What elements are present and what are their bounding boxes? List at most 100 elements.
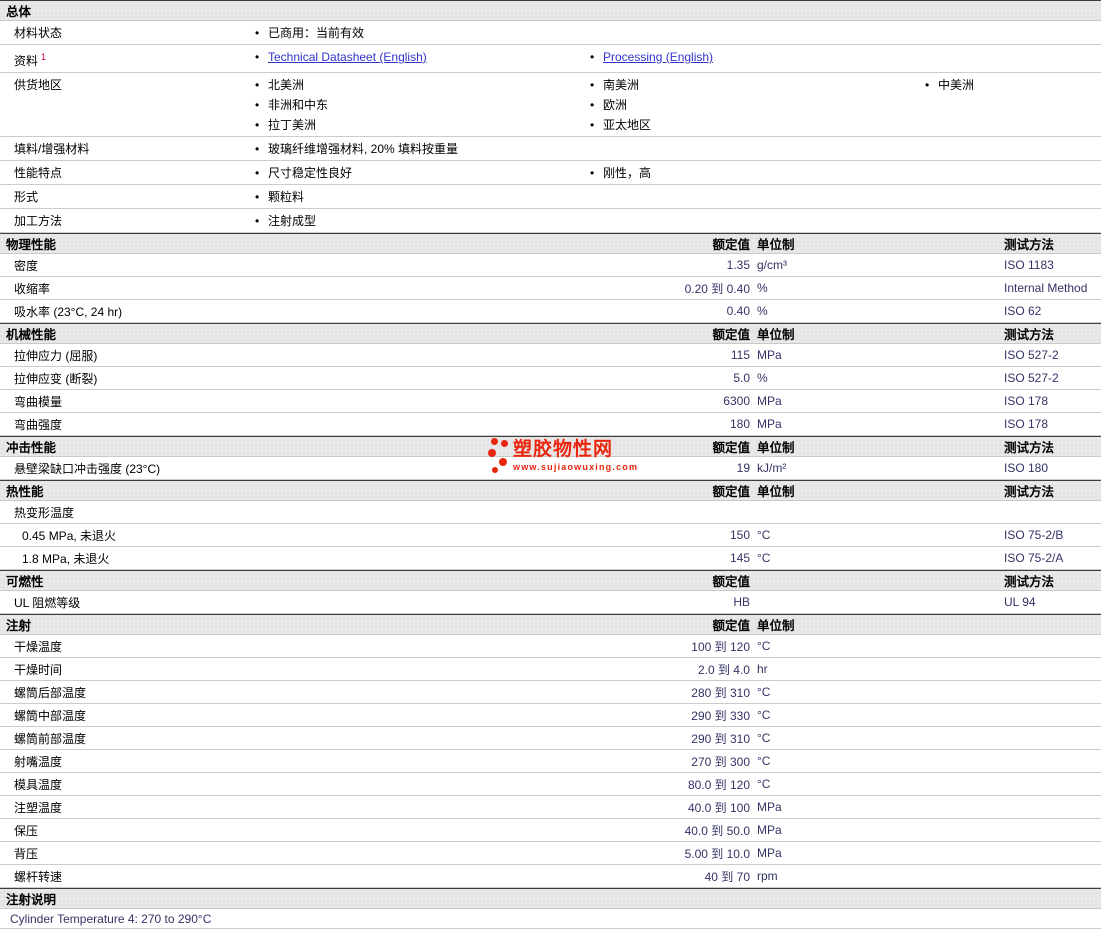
section-header: 冲击性能 额定值 单位制 测试方法 bbox=[0, 436, 1101, 457]
row-label: 射嘴温度 bbox=[14, 754, 63, 769]
row-label: 材料状态 bbox=[14, 26, 63, 40]
property-row: 吸水率 (23°C, 24 hr) 0.40% ISO 62 bbox=[0, 300, 1101, 323]
property-row: 收缩率 0.20 到 0.40% Internal Method bbox=[0, 277, 1101, 300]
bullet-column: • 尺寸稳定性良好 bbox=[241, 163, 576, 183]
property-row: 1.8 MPa, 未退火 145 °C ISO 75-2/A bbox=[0, 547, 1101, 570]
bullet-icon: • bbox=[255, 98, 260, 112]
row-label: 填料/增强材料 bbox=[14, 142, 90, 156]
unit-value: °C bbox=[757, 685, 771, 699]
row-label: 拉伸应力 (屈服) bbox=[14, 348, 98, 363]
property-row: 模具温度 80.0 到 120 °C bbox=[0, 773, 1101, 796]
test-method: ISO 178 bbox=[1004, 394, 1049, 408]
bullet-icon: • bbox=[255, 142, 260, 156]
unit-header: 单位制 bbox=[757, 441, 795, 455]
bullet-item: • 北美洲 bbox=[255, 75, 576, 95]
property-row: 螺筒后部温度 280 到 310 °C bbox=[0, 681, 1101, 704]
rated-value-header: 额定值 bbox=[712, 328, 750, 342]
row-label: 螺筒后部温度 bbox=[14, 685, 87, 700]
rated-value: 145 bbox=[729, 551, 750, 565]
row-label: 模具温度 bbox=[14, 777, 63, 792]
bullet-item: • 拉丁美洲 bbox=[255, 115, 576, 135]
row-label: 吸水率 (23°C, 24 hr) bbox=[14, 304, 123, 319]
rated-value: 40.0 到 50.0 bbox=[684, 823, 750, 838]
rated-value: 115 bbox=[730, 348, 750, 362]
property-row: 注塑温度 40.0 到 100 MPa bbox=[0, 796, 1101, 819]
row-label: 0.45 MPa, 未退火 bbox=[22, 528, 117, 543]
test-method: ISO 75-2/A bbox=[1004, 551, 1064, 565]
property-row: 干燥温度 100 到 120 °C bbox=[0, 635, 1101, 658]
unit-value: kJ/m² bbox=[757, 461, 787, 475]
property-row: 螺筒前部温度 290 到 310 °C bbox=[0, 727, 1101, 750]
unit-value: °C bbox=[757, 777, 771, 791]
unit-value: rpm bbox=[757, 869, 778, 883]
rated-value: 290 到 310 bbox=[691, 731, 750, 746]
unit-value: °C bbox=[757, 708, 771, 722]
test-method: ISO 178 bbox=[1004, 417, 1049, 431]
bullet-icon: • bbox=[255, 26, 260, 40]
row-label: 资料 1 bbox=[14, 52, 47, 68]
bullet-icon: • bbox=[255, 214, 260, 228]
unit-value: MPa bbox=[757, 417, 782, 431]
row-label: 性能特点 bbox=[14, 166, 63, 180]
bullet-column: • 玻璃纤维增强材料, 20% 填料按重量 bbox=[241, 139, 1101, 159]
test-method-header: 测试方法 bbox=[1004, 485, 1055, 499]
bullet-icon: • bbox=[255, 50, 260, 64]
row-label: 形式 bbox=[14, 190, 39, 204]
unit-value: °C bbox=[757, 639, 771, 653]
rated-value-header: 额定值 bbox=[712, 238, 750, 252]
row-label: 供货地区 bbox=[14, 78, 63, 92]
property-row: 热变形温度 bbox=[0, 501, 1101, 524]
row-label: 收缩率 bbox=[14, 281, 51, 296]
row-label: 螺杆转速 bbox=[14, 869, 63, 884]
bullet-icon: • bbox=[255, 166, 260, 180]
bullet-item: • Processing (English) bbox=[590, 47, 1101, 67]
property-row: 拉伸应力 (屈服) 115 MPa ISO 527-2 bbox=[0, 344, 1101, 367]
bullet-item: • 刚性，高 bbox=[590, 163, 1101, 183]
bullet-column: • 南美洲 • 欧洲 • 亚太地区 bbox=[576, 75, 911, 135]
section-header: 机械性能 额定值 单位制 测试方法 bbox=[0, 323, 1101, 344]
row-label: 热变形温度 bbox=[14, 505, 75, 520]
rated-value: 270 到 300 bbox=[691, 754, 750, 769]
row-label: 保压 bbox=[14, 823, 39, 838]
bullet-icon: • bbox=[255, 78, 260, 92]
bullet-item-label: 刚性，高 bbox=[603, 166, 652, 180]
doc-link[interactable]: Processing (English) bbox=[603, 50, 713, 64]
rated-value: HB bbox=[733, 595, 750, 609]
rated-value: 0.40 bbox=[726, 304, 750, 318]
bullet-column: • 刚性，高 bbox=[576, 163, 1101, 183]
rated-value: 280 到 310 bbox=[691, 685, 750, 700]
rated-value-header: 额定值 bbox=[712, 575, 750, 589]
section-title: 热性能 bbox=[6, 485, 44, 499]
bullet-item-label: 拉丁美洲 bbox=[268, 118, 317, 132]
unit-value: hr bbox=[757, 662, 768, 676]
test-method-header: 测试方法 bbox=[1004, 441, 1055, 455]
row-label: 螺筒前部温度 bbox=[14, 731, 87, 746]
bullet-column: • Processing (English) bbox=[576, 47, 1101, 67]
row-label: 螺筒中部温度 bbox=[14, 708, 87, 723]
section-header: 注射 额定值 单位制 bbox=[0, 614, 1101, 635]
section-header-notes: 注射说明 bbox=[0, 888, 1101, 909]
section-title: 注射说明 bbox=[6, 893, 57, 907]
section-title: 总体 bbox=[6, 5, 32, 19]
rated-value: 40.0 到 100 bbox=[687, 800, 750, 815]
section-title: 可燃性 bbox=[6, 575, 44, 589]
rated-value: 290 到 330 bbox=[691, 708, 750, 723]
row-label: 弯曲模量 bbox=[14, 394, 63, 409]
section-header-general: 总体 bbox=[0, 0, 1101, 21]
bullet-item-label: 颗粒料 bbox=[268, 190, 305, 204]
general-row: 资料 1 • Technical Datasheet (English) • Proces… bbox=[0, 45, 1101, 73]
unit-value: °C bbox=[757, 754, 771, 768]
section-header: 可燃性 额定值 测试方法 bbox=[0, 570, 1101, 591]
bullet-item-label: 北美洲 bbox=[268, 78, 305, 92]
bullet-icon: • bbox=[590, 166, 595, 180]
unit-value: % bbox=[757, 371, 768, 385]
bullet-icon: • bbox=[590, 118, 595, 132]
unit-header: 单位制 bbox=[757, 485, 795, 499]
unit-header: 单位制 bbox=[757, 328, 795, 342]
bullet-column: • 北美洲 • 非洲和中东 • 拉丁美洲 bbox=[241, 75, 576, 135]
property-row: 干燥时间 2.0 到 4.0 hr bbox=[0, 658, 1101, 681]
bullet-icon: • bbox=[590, 50, 595, 64]
test-method: ISO 180 bbox=[1004, 461, 1049, 475]
doc-link[interactable]: Technical Datasheet (English) bbox=[268, 50, 427, 64]
general-row: 形式 • 颗粒料 bbox=[0, 185, 1101, 209]
